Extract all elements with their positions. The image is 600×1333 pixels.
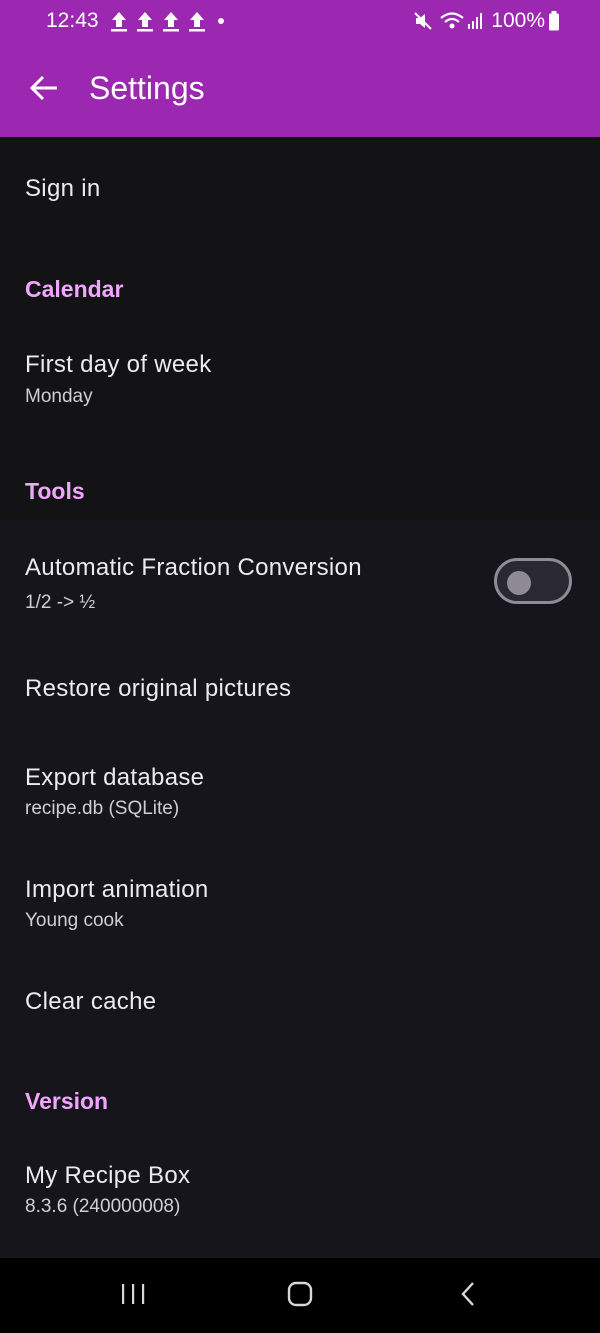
restore-pictures-item[interactable]: Restore original pictures: [0, 644, 600, 734]
fraction-conversion-item[interactable]: Automatic Fraction Conversion 1/2 -> ½: [0, 532, 600, 644]
tools-section: Automatic Fraction Conversion 1/2 -> ½ R…: [0, 520, 600, 1260]
battery-percent: 100%: [491, 9, 545, 32]
export-database-value: recipe.db (SQLite): [25, 798, 180, 819]
app-name-label: My Recipe Box: [25, 1162, 191, 1189]
upload-icon: [136, 10, 154, 32]
back-button[interactable]: [18, 66, 70, 114]
sign-in-item[interactable]: Sign in: [0, 137, 600, 237]
notification-dot-icon: [218, 18, 224, 24]
arrow-back-icon: [29, 75, 58, 106]
back-icon: [458, 1280, 478, 1313]
version-header: Version: [25, 1088, 109, 1114]
export-database-label: Export database: [25, 764, 205, 791]
status-system-icons: 100%: [413, 9, 560, 33]
app-version-value: 8.3.6 (240000008): [25, 1196, 181, 1217]
nav-back-button[interactable]: [448, 1278, 488, 1314]
upload-icon: [188, 10, 206, 32]
clear-cache-label: Clear cache: [25, 988, 157, 1015]
battery-icon: [548, 11, 560, 31]
calendar-header: Calendar: [25, 276, 124, 302]
home-icon: [286, 1280, 314, 1313]
wifi-icon: [439, 11, 465, 31]
status-time: 12:43: [46, 9, 99, 32]
import-animation-value: Young cook: [25, 910, 124, 931]
restore-pictures-label: Restore original pictures: [25, 675, 292, 702]
status-bar: 12:43 100%: [0, 0, 600, 44]
first-day-of-week-value: Monday: [25, 386, 93, 407]
toggle-knob: [507, 571, 531, 595]
upload-icon: [110, 10, 128, 32]
fraction-conversion-example: 1/2 -> ½: [25, 592, 96, 613]
recent-apps-icon: [119, 1282, 147, 1311]
upload-icon: [162, 10, 180, 32]
account-section: Sign in Calendar: [0, 137, 600, 320]
mute-icon: [413, 11, 433, 31]
import-animation-label: Import animation: [25, 876, 209, 903]
fraction-conversion-label: Automatic Fraction Conversion: [25, 554, 362, 581]
system-nav-bar: [0, 1258, 600, 1333]
fraction-conversion-toggle[interactable]: [494, 558, 572, 604]
page-title: Settings: [89, 70, 205, 106]
export-database-item[interactable]: Export database recipe.db (SQLite): [0, 734, 600, 844]
app-bar: Settings: [0, 44, 600, 137]
recent-apps-button[interactable]: [113, 1278, 153, 1314]
sign-in-label: Sign in: [25, 175, 101, 202]
signal-icon: [467, 12, 483, 30]
status-notifications: [110, 10, 224, 32]
tools-header: Tools: [25, 478, 85, 504]
calendar-section: First day of week Monday Tools: [0, 320, 600, 520]
first-day-of-week-label: First day of week: [25, 351, 212, 378]
import-animation-item[interactable]: Import animation Young cook: [0, 846, 600, 956]
home-button[interactable]: [280, 1278, 320, 1314]
clear-cache-item[interactable]: Clear cache: [0, 958, 600, 1048]
first-day-of-week-item[interactable]: First day of week Monday: [0, 320, 600, 440]
app-version-item[interactable]: My Recipe Box 8.3.6 (240000008): [0, 1134, 600, 1244]
